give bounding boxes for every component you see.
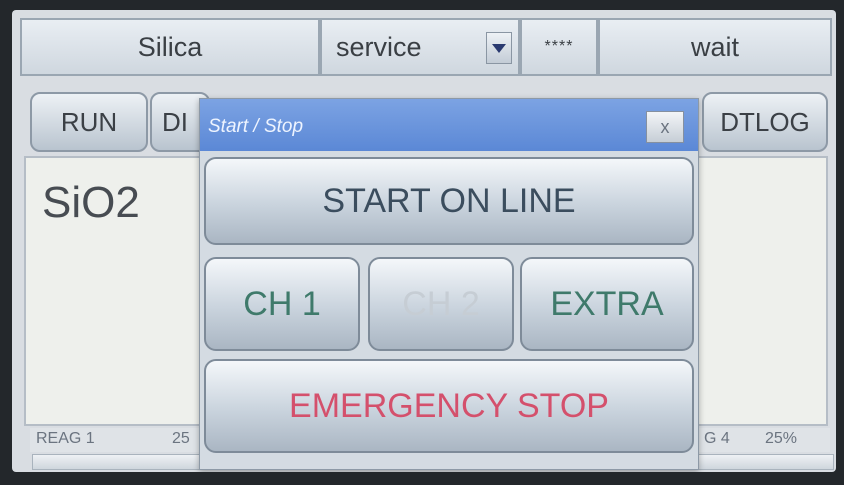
- tab-dtlog[interactable]: DTLOG: [702, 92, 828, 152]
- tab-run[interactable]: RUN: [30, 92, 148, 152]
- extra-label: EXTRA: [550, 284, 664, 323]
- tab-di-label: DI: [162, 106, 188, 137]
- user-select[interactable]: service: [320, 18, 520, 76]
- top-status-bar: Silica service **** wait: [20, 18, 832, 80]
- ch2-label: CH 2: [402, 284, 480, 323]
- tab-dtlog-label: DTLOG: [720, 106, 810, 137]
- emergency-stop-label: EMERGENCY STOP: [289, 386, 609, 425]
- reag1-label: REAG 1: [36, 430, 95, 447]
- start-stop-dialog: Start / Stop x START ON LINE CH 1 CH 2 E…: [199, 98, 699, 470]
- start-online-button[interactable]: START ON LINE: [204, 157, 694, 245]
- ch1-label: CH 1: [243, 284, 321, 323]
- dialog-title: Start / Stop: [208, 116, 304, 137]
- status-indicator: wait: [598, 18, 832, 76]
- status-text: wait: [690, 31, 739, 62]
- touch-screen: Silica service **** wait RUN DI DTLOG Si…: [12, 10, 836, 472]
- ch1-button[interactable]: CH 1: [204, 257, 360, 351]
- close-icon: x: [660, 116, 670, 137]
- parameter-name: SiO2: [42, 178, 140, 227]
- close-button[interactable]: x: [646, 111, 684, 143]
- reag1-value: 25: [172, 430, 190, 447]
- dialog-title-bar: Start / Stop x: [200, 99, 698, 151]
- dropdown-arrow-icon[interactable]: [486, 32, 512, 64]
- ch2-button[interactable]: CH 2: [368, 257, 514, 351]
- start-online-label: START ON LINE: [322, 181, 576, 220]
- extra-button[interactable]: EXTRA: [520, 257, 694, 351]
- instrument-title: Silica: [20, 18, 320, 76]
- password-field[interactable]: ****: [520, 18, 598, 76]
- emergency-stop-button[interactable]: EMERGENCY STOP: [204, 359, 694, 453]
- reag4-label: G 4: [704, 430, 730, 447]
- instrument-title-text: Silica: [137, 31, 203, 62]
- tab-run-label: RUN: [60, 106, 118, 137]
- password-mask: ****: [544, 38, 574, 55]
- reag4-value: 25%: [765, 430, 798, 447]
- user-select-value: service: [336, 31, 422, 62]
